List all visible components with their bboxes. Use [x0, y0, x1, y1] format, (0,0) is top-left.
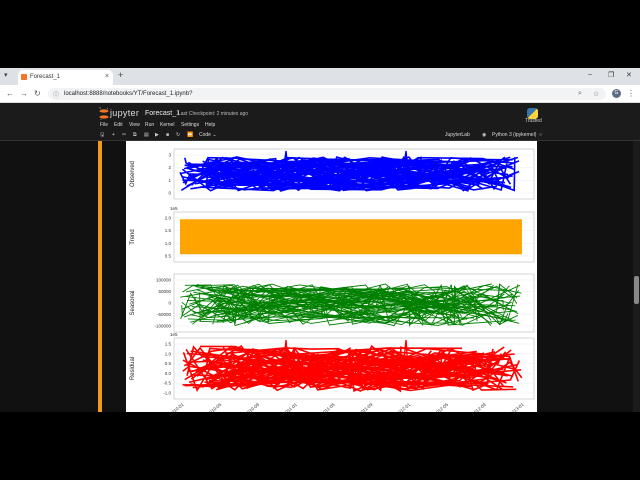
- decomposition-figure: Observed 3 2 1 0 Trend 1e5 2.0 1.5 1.0 0.5 Seasonal…: [130, 148, 535, 412]
- jupyter-logo-icon[interactable]: [99, 107, 109, 121]
- scrollbar-thumb[interactable]: [634, 276, 639, 304]
- cut-icon[interactable]: ✂: [122, 132, 126, 138]
- notebook-title[interactable]: Forecast_1: [145, 110, 180, 117]
- ytick-label: 50000: [158, 289, 171, 294]
- notebook-area: Observed 3 2 1 0 Trend 1e5 2.0 1.5 1.0 0.5 Seasonal…: [0, 141, 640, 412]
- run-icon[interactable]: ▶: [155, 132, 159, 138]
- ytick-label: 0: [168, 191, 171, 196]
- paste-icon[interactable]: ▤: [144, 132, 149, 138]
- address-bar[interactable]: ⓘ localhost:8888/notebooks/YT/Forecast_1…: [48, 88, 606, 100]
- restart-run-icon[interactable]: ⏩: [187, 132, 193, 138]
- restart-icon[interactable]: ↻: [176, 132, 180, 138]
- scale-label: 1e5: [170, 206, 178, 211]
- ytick-label: 0.0: [165, 371, 172, 376]
- browser-menu-icon[interactable]: ⋮: [627, 89, 635, 98]
- menu-view[interactable]: View: [129, 122, 140, 128]
- xtick-label: 2010-01: [169, 402, 185, 412]
- tab-title: Forecast_1: [30, 74, 61, 80]
- scale-label: 1e5: [170, 332, 178, 337]
- ytick-label: 1.5: [165, 342, 172, 347]
- xtick-label: 2012-05: [433, 402, 449, 412]
- menu-file[interactable]: File: [100, 122, 108, 128]
- forward-icon[interactable]: →: [20, 89, 28, 98]
- panel-ylabel: Residual: [130, 357, 136, 380]
- xtick-label: 2012-01: [395, 402, 411, 412]
- xtick-label: 2010-09: [244, 402, 260, 412]
- ytick-label: 1.0: [165, 351, 172, 356]
- ytick-label: 2: [168, 165, 171, 170]
- xtick-label: 2011-09: [358, 402, 374, 412]
- series-lines: [180, 219, 522, 255]
- new-tab-button[interactable]: +: [118, 70, 123, 80]
- browser-tab[interactable]: Forecast_1 ×: [18, 70, 113, 85]
- xtick-label: 2011-01: [282, 402, 298, 412]
- xtick-label: 2010-05: [207, 402, 223, 412]
- ytick-label: 3: [168, 153, 171, 158]
- jupyter-brand[interactable]: jupyter: [110, 108, 139, 118]
- cell-output: Observed 3 2 1 0 Trend 1e5 2.0 1.5 1.0 0.5 Seasonal…: [126, 141, 537, 412]
- menu-run[interactable]: Run: [145, 122, 154, 128]
- series-lines: [182, 344, 523, 393]
- scrollbar[interactable]: [633, 141, 640, 412]
- browser-window: ▾ Forecast_1 × + – ❐ ✕ ← → ↻ ⓘ localhost…: [0, 68, 640, 412]
- ytick-label: 2.0: [165, 216, 172, 221]
- xtick-label: 2013-01: [509, 402, 525, 412]
- ytick-label: 0.5: [165, 254, 172, 259]
- bookmark-star-icon[interactable]: ☆: [593, 90, 599, 98]
- tab-strip: ▾ Forecast_1 × + – ❐ ✕: [0, 68, 640, 85]
- zoom-icon[interactable]: ⌕: [578, 90, 582, 98]
- ytick-label: 0: [168, 301, 171, 306]
- maximize-button[interactable]: ❐: [608, 71, 614, 79]
- ytick-label: 0.5: [165, 361, 172, 366]
- jupyter-favicon-icon: [21, 74, 27, 80]
- ytick-label: 1: [168, 178, 171, 183]
- ytick-label: 1.0: [165, 241, 172, 246]
- ytick-label: -50000: [157, 312, 172, 317]
- menu-help[interactable]: Help: [205, 122, 215, 128]
- cell-type-value: Code: [199, 132, 211, 138]
- panel-ylabel: Observed: [130, 161, 136, 187]
- xtick-label: 2012-09: [471, 402, 487, 412]
- xtick-label: 2011-05: [320, 402, 336, 412]
- ytick-label: 1.5: [165, 228, 172, 233]
- copy-icon[interactable]: ⧉: [133, 132, 137, 138]
- ytick-label: -1.0: [163, 391, 171, 396]
- kernel-name[interactable]: Python 3 (ipykernel): [492, 132, 536, 138]
- stop-icon[interactable]: ■: [166, 132, 169, 138]
- notebook-toolbar: 🖫 + ✂ ⧉ ▤ ▶ ■ ↻ ⏩ Code ⌄ JupyterLab ◉ Py…: [0, 131, 640, 141]
- trusted-indicator[interactable]: Trusted: [525, 118, 542, 124]
- panel-ylabel: Seasonal: [130, 290, 136, 315]
- active-cell-indicator[interactable]: [98, 141, 102, 412]
- menu-bar: File Edit View Run Kernel Settings Help …: [0, 118, 640, 131]
- back-icon[interactable]: ←: [6, 89, 14, 98]
- menu-edit[interactable]: Edit: [114, 122, 123, 128]
- navigation-bar: ← → ↻ ⓘ localhost:8888/notebooks/YT/Fore…: [0, 85, 640, 103]
- ytick-label: 100000: [156, 278, 172, 283]
- url-text: localhost:8888/notebooks/YT/Forecast_1.i…: [64, 91, 193, 97]
- minimize-button[interactable]: –: [588, 71, 592, 78]
- menu-settings[interactable]: Settings: [181, 122, 199, 128]
- checkpoint-status: Last Checkpoint: 2 minutes ago: [178, 111, 249, 117]
- reload-icon[interactable]: ↻: [34, 89, 41, 98]
- close-window-button[interactable]: ✕: [626, 71, 632, 79]
- ytick-label: -0.5: [163, 381, 171, 386]
- profile-avatar[interactable]: G: [612, 89, 621, 98]
- ytick-label: -100000: [154, 324, 171, 329]
- github-icon[interactable]: ◉: [482, 132, 486, 138]
- site-info-icon[interactable]: ⓘ: [53, 90, 59, 99]
- save-icon[interactable]: 🖫: [100, 132, 104, 140]
- tab-search-icon[interactable]: ▾: [4, 71, 8, 79]
- kernel-status-icon: ○: [539, 132, 543, 138]
- panel-ylabel: Trend: [130, 229, 136, 244]
- menu-kernel[interactable]: Kernel: [160, 122, 174, 128]
- jupyterlab-link[interactable]: JupyterLab: [445, 132, 470, 138]
- add-cell-icon[interactable]: +: [112, 132, 115, 138]
- tab-close-icon[interactable]: ×: [105, 73, 109, 80]
- cell-type-select[interactable]: Code ⌄: [199, 132, 217, 138]
